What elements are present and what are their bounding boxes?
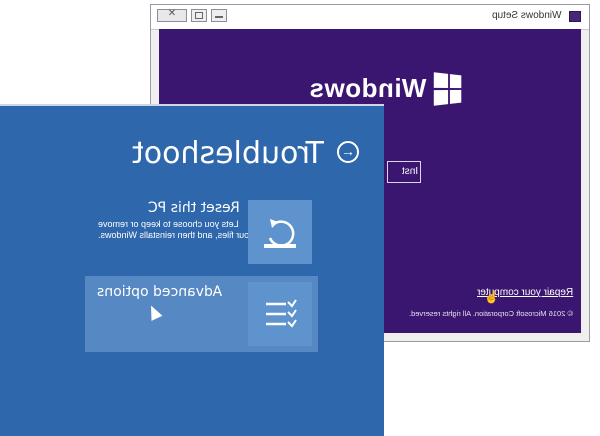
reset-pc-title: Reset this PC [148,200,240,216]
checklist-icon [266,299,297,328]
reset-pc-tile[interactable] [248,200,312,264]
minimize-button[interactable] [211,9,227,22]
troubleshoot-panel: Troubleshoot Reset this PC Lets you choo… [0,106,384,436]
install-now-button[interactable]: Inst [387,161,421,183]
window-title: Windows Setup [491,10,561,21]
maximize-button[interactable] [191,9,207,22]
hand-cursor-icon: ☝ [484,290,499,304]
page-title: Troubleshoot [132,136,324,171]
install-button-label: Inst [401,166,418,177]
advanced-options-title: Advanced options [97,284,223,300]
windows-logo-text: Windows [309,73,427,103]
advanced-options-tile[interactable] [248,282,312,346]
windows-logo-icon [434,71,462,106]
reset-pc-icon [264,219,296,248]
windows-logo: Windows [309,71,464,106]
close-button[interactable] [157,8,187,22]
title-bar: Windows Setup [151,5,589,30]
reset-pc-description-line2: your files, and then reinstalls Windows. [98,230,254,240]
reset-pc-description-line1: Lets you choose to keep or remove [98,219,239,229]
copyright-text: © 2016 Microsoft Corporation. All rights… [409,309,573,318]
back-arrow-icon[interactable] [337,141,359,163]
setup-app-icon [569,11,581,22]
